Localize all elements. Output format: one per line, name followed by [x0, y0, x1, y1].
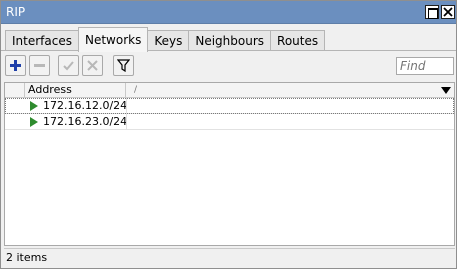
- find-input[interactable]: [396, 57, 454, 75]
- column-menu-icon[interactable]: [441, 87, 451, 95]
- remove-button[interactable]: [29, 55, 50, 76]
- table-row[interactable]: 172.16.12.0/24: [5, 98, 454, 114]
- tab-interfaces[interactable]: Interfaces: [5, 30, 79, 51]
- header-corner: [5, 83, 25, 98]
- filter-button[interactable]: [113, 55, 134, 76]
- row-address: 172.16.12.0/24: [43, 99, 128, 112]
- close-button[interactable]: [441, 5, 455, 19]
- tab-neighbours[interactable]: Neighbours: [188, 30, 272, 51]
- green-arrow-icon: [30, 101, 38, 111]
- x-icon: [87, 60, 98, 71]
- close-icon: [443, 7, 453, 17]
- add-button[interactable]: [5, 55, 26, 76]
- column-separator: [126, 98, 127, 114]
- toolbar: [1, 53, 456, 79]
- green-arrow-icon: [30, 117, 38, 127]
- networks-table: Address / 172.16.12.0/24 172.16.23.0/24: [4, 82, 455, 246]
- funnel-icon: [117, 59, 130, 72]
- column-address[interactable]: Address /: [26, 83, 137, 98]
- table-row[interactable]: 172.16.23.0/24: [5, 114, 454, 130]
- tab-divider: [1, 50, 456, 51]
- column-separator: [126, 114, 127, 130]
- check-icon: [63, 61, 74, 71]
- row-address: 172.16.23.0/24: [43, 115, 128, 128]
- maximize-button[interactable]: [425, 5, 439, 19]
- minus-icon: [34, 64, 45, 67]
- item-count: 2 items: [6, 251, 48, 264]
- status-bar: 2 items: [4, 248, 455, 267]
- rip-window: RIP Interfaces Networks Keys Neighbours …: [0, 0, 457, 269]
- column-address-label: Address: [28, 83, 72, 96]
- enable-button[interactable]: [58, 55, 79, 76]
- tab-keys[interactable]: Keys: [147, 30, 190, 51]
- tab-routes[interactable]: Routes: [270, 30, 326, 51]
- sort-indicator: /: [134, 85, 138, 95]
- title-bar[interactable]: RIP: [1, 1, 456, 24]
- tab-bar: Interfaces Networks Keys Neighbours Rout…: [5, 27, 326, 52]
- window-title: RIP: [6, 5, 26, 19]
- plus-icon: [10, 60, 21, 71]
- tab-networks[interactable]: Networks: [77, 27, 149, 52]
- disable-button[interactable]: [82, 55, 103, 76]
- table-header: Address /: [5, 83, 454, 98]
